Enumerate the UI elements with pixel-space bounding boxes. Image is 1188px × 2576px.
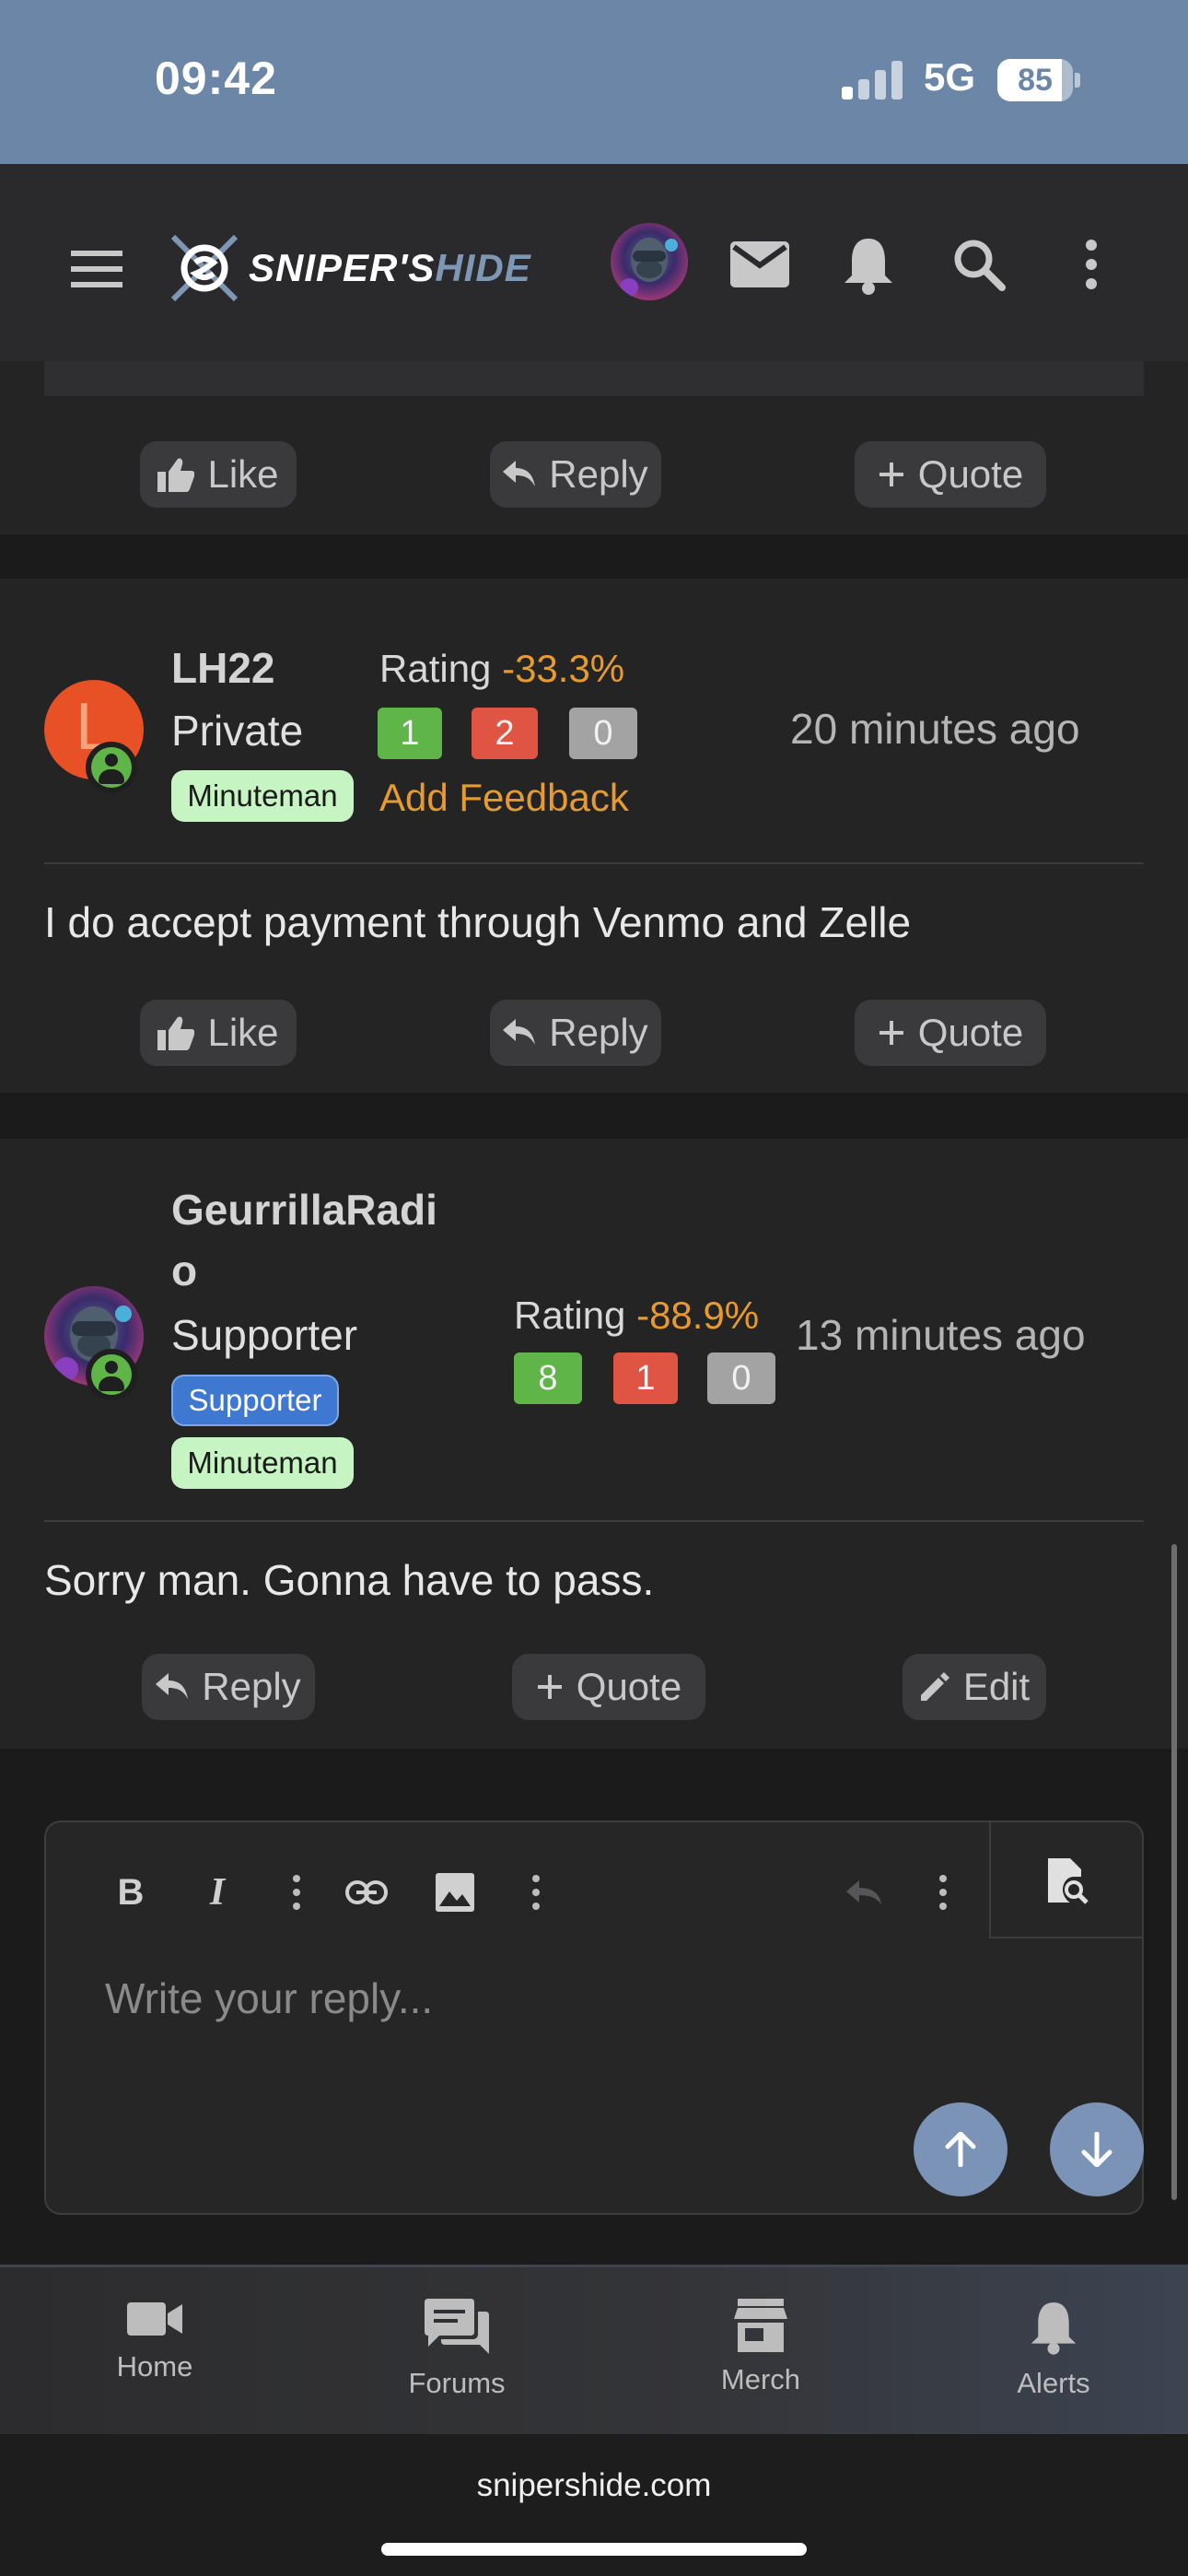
username[interactable]: GeurrillaRadi o bbox=[171, 1179, 437, 1301]
feedback-rating: Rating -88.9% bbox=[514, 1294, 760, 1337]
reply-icon bbox=[156, 1673, 189, 1699]
battery-percent: 85 bbox=[1018, 63, 1053, 98]
more-vertical-icon[interactable] bbox=[917, 1867, 969, 1918]
italic-icon[interactable]: I bbox=[192, 1867, 243, 1918]
post-timestamp[interactable]: 20 minutes ago bbox=[790, 704, 1080, 754]
scroll-up-button[interactable] bbox=[914, 2102, 1007, 2196]
video-camera-icon bbox=[127, 2302, 182, 2336]
reply-icon bbox=[503, 1019, 536, 1045]
status-bar: 09:42 5G 85 bbox=[0, 0, 1188, 164]
reply-button[interactable]: Reply bbox=[490, 441, 661, 508]
reply-button[interactable]: Reply bbox=[142, 1654, 315, 1720]
post-divider bbox=[44, 862, 1144, 864]
feedback-rating: Rating -33.3% bbox=[379, 647, 625, 690]
online-status-icon bbox=[86, 1349, 137, 1400]
post-body: I do accept payment through Venmo and Ze… bbox=[44, 898, 912, 946]
nav-home[interactable]: Home bbox=[63, 2299, 247, 2418]
more-vertical-icon[interactable] bbox=[510, 1867, 562, 1918]
online-status-icon bbox=[86, 742, 137, 793]
bottom-navigation: Home Forums Merch Alerts bbox=[0, 2265, 1188, 2434]
thumbs-up-icon bbox=[157, 1016, 195, 1050]
chat-bubbles-icon bbox=[425, 2299, 489, 2354]
neutral-feedback-count[interactable]: 0 bbox=[707, 1352, 775, 1404]
rating-value: -33.3% bbox=[502, 647, 625, 690]
positive-feedback-count[interactable]: 8 bbox=[514, 1352, 582, 1404]
user-title: Supporter bbox=[171, 1311, 358, 1359]
status-time: 09:42 bbox=[155, 53, 277, 104]
site-logo[interactable]: SNIPER'SHIDE bbox=[168, 227, 531, 310]
add-feedback-link[interactable]: Add Feedback bbox=[379, 776, 629, 820]
post-timestamp[interactable]: 13 minutes ago bbox=[796, 1310, 1086, 1360]
thumbs-up-icon bbox=[157, 458, 195, 492]
plus-icon bbox=[879, 1021, 903, 1045]
negative-feedback-count[interactable]: 1 bbox=[613, 1352, 678, 1404]
battery-icon: 85 bbox=[997, 59, 1080, 101]
menu-icon[interactable] bbox=[66, 241, 127, 297]
url-display[interactable]: snipershide.com bbox=[0, 2467, 1188, 2504]
user-title: Private bbox=[171, 707, 304, 755]
pencil-icon bbox=[920, 1672, 949, 1701]
reply-icon bbox=[503, 461, 536, 486]
edit-button[interactable]: Edit bbox=[903, 1654, 1046, 1720]
username[interactable]: LH22 bbox=[171, 638, 274, 698]
network-type: 5G bbox=[924, 55, 976, 99]
quote-button[interactable]: Quote bbox=[855, 441, 1046, 508]
bold-icon[interactable]: B bbox=[105, 1867, 157, 1918]
positive-feedback-count[interactable]: 1 bbox=[378, 708, 442, 759]
mail-icon[interactable] bbox=[726, 230, 794, 299]
link-icon[interactable] bbox=[341, 1867, 392, 1918]
nav-alerts[interactable]: Alerts bbox=[961, 2299, 1146, 2418]
reply-button[interactable]: Reply bbox=[490, 1000, 661, 1066]
scroll-down-button[interactable] bbox=[1050, 2102, 1144, 2196]
rating-value: -88.9% bbox=[636, 1294, 760, 1337]
page-scrollbar[interactable] bbox=[1171, 1544, 1177, 2200]
post-body: Sorry man. Gonna have to pass. bbox=[44, 1556, 655, 1604]
nav-forums[interactable]: Forums bbox=[365, 2299, 549, 2418]
reply-editor: B I Write your reply... bbox=[44, 1821, 1144, 2215]
plus-icon bbox=[537, 1675, 562, 1699]
quoted-block bbox=[44, 361, 1144, 396]
crosshair-logo-icon bbox=[170, 234, 239, 302]
user-avatar[interactable] bbox=[611, 223, 688, 300]
post-previous: Like Reply Quote bbox=[0, 361, 1188, 534]
more-vertical-icon[interactable] bbox=[1068, 230, 1114, 299]
negative-feedback-count[interactable]: 2 bbox=[472, 708, 538, 759]
post: GeurrillaRadi o Supporter Supporter Minu… bbox=[0, 1139, 1188, 1749]
reply-input[interactable]: Write your reply... bbox=[105, 1973, 433, 2023]
image-icon[interactable] bbox=[429, 1867, 481, 1918]
bell-icon bbox=[1031, 2302, 1077, 2355]
user-badge-minuteman: Minuteman bbox=[171, 770, 354, 822]
neutral-feedback-count[interactable]: 0 bbox=[569, 708, 637, 759]
signal-strength-icon bbox=[842, 61, 904, 100]
app-header: SNIPER'SHIDE bbox=[0, 164, 1188, 361]
more-vertical-icon[interactable] bbox=[271, 1867, 322, 1918]
preview-toggle[interactable] bbox=[989, 1822, 1142, 1938]
store-icon bbox=[734, 2299, 787, 2352]
home-indicator[interactable] bbox=[381, 2543, 807, 2556]
user-badge-supporter: Supporter bbox=[171, 1375, 339, 1426]
like-button[interactable]: Like bbox=[140, 1000, 297, 1066]
undo-icon[interactable] bbox=[838, 1867, 890, 1918]
quote-button[interactable]: Quote bbox=[512, 1654, 705, 1720]
post: L LH22 Private Minuteman Rating -33.3% 1… bbox=[0, 579, 1188, 1093]
quote-button[interactable]: Quote bbox=[855, 1000, 1046, 1066]
plus-icon bbox=[879, 463, 903, 486]
arrow-down-icon bbox=[1081, 2132, 1112, 2167]
arrow-up-icon bbox=[945, 2132, 976, 2167]
preview-icon bbox=[1042, 1856, 1093, 1907]
post-divider bbox=[44, 1520, 1144, 1522]
search-icon[interactable] bbox=[945, 230, 1013, 299]
bell-icon[interactable] bbox=[834, 228, 903, 302]
user-badge-minuteman: Minuteman bbox=[171, 1437, 354, 1489]
like-button[interactable]: Like bbox=[140, 441, 297, 508]
logo-text: SNIPER'SHIDE bbox=[249, 246, 531, 289]
nav-merch[interactable]: Merch bbox=[669, 2299, 853, 2418]
